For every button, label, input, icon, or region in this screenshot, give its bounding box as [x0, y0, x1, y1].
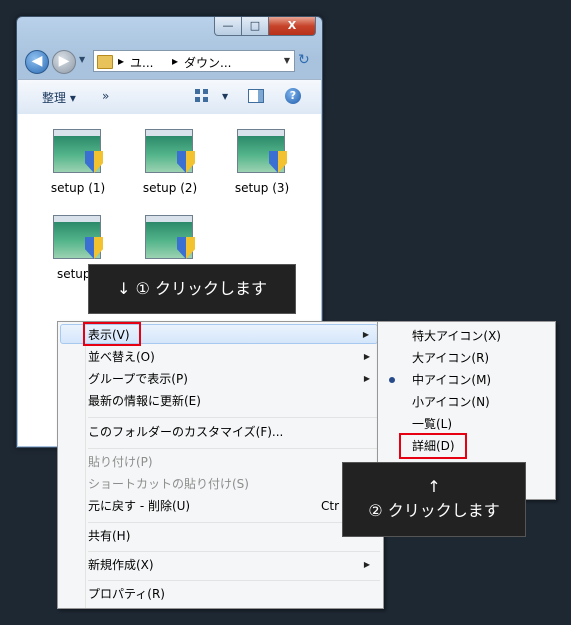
- organize-label: 整理: [42, 91, 67, 105]
- menu-item-undo-delete[interactable]: 元に戻す - 削除(U) Ctr: [88, 495, 378, 517]
- installer-icon: [51, 127, 105, 175]
- organize-button[interactable]: 整理 ▾: [42, 89, 76, 106]
- menu-icon-gutter: [58, 322, 86, 608]
- callout-step2: ↑ ② クリックします: [342, 462, 526, 537]
- address-bar[interactable]: ▸ ユ... ▸ ダウン... ▼: [93, 50, 295, 72]
- minimize-icon: —: [222, 19, 234, 32]
- preview-pane-icon[interactable]: [248, 89, 264, 103]
- folder-icon: [97, 55, 113, 69]
- menu-item-refresh[interactable]: 最新の情報に更新(E): [88, 390, 378, 412]
- help-icon[interactable]: ?: [285, 88, 301, 104]
- menu-separator: [88, 417, 380, 418]
- menu-item-label: 並べ替え(O): [88, 350, 155, 364]
- close-button[interactable]: X: [268, 17, 316, 36]
- menu-item-group-by[interactable]: グループで表示(P) ▶: [88, 368, 378, 390]
- file-item-setup-5[interactable]: [130, 213, 210, 267]
- breadcrumb-separator-icon: ▸: [118, 54, 125, 68]
- file-label: setup (2): [142, 181, 198, 195]
- submenu-item-extra-large-icons[interactable]: 特大アイコン(X): [412, 325, 501, 347]
- menu-separator: [88, 551, 380, 552]
- submenu-item-small-icons[interactable]: 小アイコン(N): [412, 391, 490, 413]
- menu-item-label: 共有(H): [88, 529, 131, 543]
- installer-icon: [235, 127, 289, 175]
- file-item-setup-1[interactable]: setup (1): [38, 127, 118, 195]
- refresh-icon[interactable]: ↻: [298, 52, 310, 68]
- minimize-button[interactable]: —: [214, 17, 242, 36]
- more-commands-button[interactable]: »: [102, 89, 109, 103]
- submenu-item-list[interactable]: 一覧(L): [412, 413, 452, 435]
- menu-item-label: グループで表示(P): [88, 372, 188, 386]
- file-item-setup-2[interactable]: setup (2): [130, 127, 210, 195]
- highlight-box-details: [399, 433, 467, 459]
- file-label: setup (1): [50, 181, 106, 195]
- forward-button[interactable]: ▶: [52, 50, 76, 74]
- breadcrumb-user[interactable]: ユ...: [130, 54, 153, 71]
- back-button[interactable]: ◀: [25, 50, 49, 74]
- menu-item-label: 新規作成(X): [88, 558, 154, 572]
- submenu-arrow-icon: ▶: [363, 560, 370, 569]
- menu-item-paste-shortcut: ショートカットの貼り付け(S): [88, 477, 249, 491]
- submenu-arrow-icon: ▶: [363, 352, 370, 361]
- menu-item-properties[interactable]: プロパティ(R): [88, 583, 378, 605]
- menu-separator: [88, 580, 380, 581]
- breadcrumb-downloads[interactable]: ダウン...: [184, 54, 231, 71]
- selected-radio-icon: [389, 377, 395, 383]
- callout-step1: ↓ ① クリックします: [88, 264, 296, 314]
- change-view-icon[interactable]: [195, 89, 209, 103]
- forward-arrow-icon: ▶: [58, 53, 70, 69]
- submenu-arrow-icon: ▶: [363, 374, 370, 383]
- menu-item-label: 元に戻す - 削除(U): [88, 499, 191, 513]
- file-item-setup-3[interactable]: setup (3): [222, 127, 302, 195]
- menu-separator: [88, 522, 380, 523]
- highlight-box-view: [83, 322, 141, 346]
- installer-icon: [143, 213, 197, 261]
- context-menu: 表示(V) ▶ 並べ替え(O) ▶ グループで表示(P) ▶ 最新の情報に更新(…: [57, 321, 384, 609]
- menu-item-sort[interactable]: 並べ替え(O) ▶: [88, 346, 378, 368]
- submenu-arrow-icon: ▶: [362, 330, 369, 339]
- menu-separator: [88, 448, 380, 449]
- back-arrow-icon: ◀: [31, 53, 43, 69]
- callout-up-arrow: ↑: [427, 477, 441, 496]
- menu-item-share[interactable]: 共有(H): [88, 525, 378, 547]
- callout-step2-text: ② クリックします: [368, 501, 500, 520]
- close-icon: X: [287, 19, 297, 32]
- breadcrumb-separator-icon: ▸: [172, 54, 179, 68]
- menu-item-paste: 貼り付け(P): [88, 455, 153, 469]
- menu-item-customize-folder[interactable]: このフォルダーのカスタマイズ(F)...: [88, 421, 378, 443]
- menu-item-new[interactable]: 新規作成(X) ▶: [88, 554, 378, 576]
- submenu-item-large-icons[interactable]: 大アイコン(R): [412, 347, 489, 369]
- maximize-icon: □: [249, 19, 261, 32]
- address-dropdown-icon[interactable]: ▼: [284, 56, 290, 65]
- view-dropdown-icon[interactable]: ▼: [222, 92, 228, 101]
- command-bar: 整理 ▾ » ▼: [18, 79, 321, 115]
- menu-item-shortcut: Ctr: [321, 499, 340, 513]
- history-dropdown-icon[interactable]: ▼: [79, 55, 85, 64]
- submenu-item-medium-icons[interactable]: 中アイコン(M): [412, 369, 491, 391]
- file-label: setup (3): [234, 181, 290, 195]
- installer-icon: [143, 127, 197, 175]
- maximize-button[interactable]: □: [241, 17, 269, 36]
- installer-icon: [51, 213, 105, 261]
